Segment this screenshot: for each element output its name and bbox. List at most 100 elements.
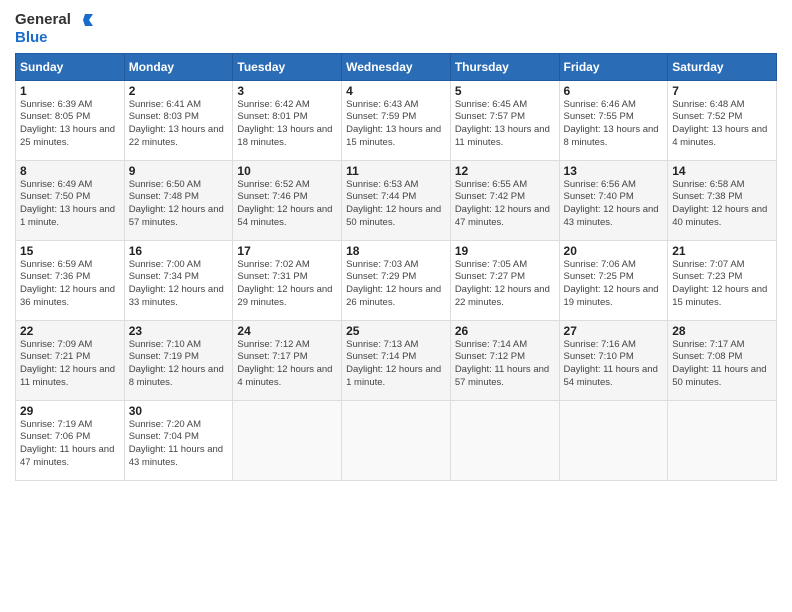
day-info: Sunrise: 6:55 AMSunset: 7:42 PMDaylight:… (455, 179, 555, 230)
day-cell: 16 Sunrise: 7:00 AMSunset: 7:34 PMDaylig… (124, 240, 233, 320)
day-number: 2 (129, 84, 229, 98)
day-number: 30 (129, 404, 229, 418)
day-number: 19 (455, 244, 555, 258)
day-info: Sunrise: 7:20 AMSunset: 7:04 PMDaylight:… (129, 419, 229, 470)
header: General Blue (15, 10, 777, 47)
day-cell: 15 Sunrise: 6:59 AMSunset: 7:36 PMDaylig… (16, 240, 125, 320)
day-number: 6 (564, 84, 664, 98)
day-cell: 26 Sunrise: 7:14 AMSunset: 7:12 PMDaylig… (450, 320, 559, 400)
day-cell: 17 Sunrise: 7:02 AMSunset: 7:31 PMDaylig… (233, 240, 342, 320)
day-cell: 23 Sunrise: 7:10 AMSunset: 7:19 PMDaylig… (124, 320, 233, 400)
day-cell: 29 Sunrise: 7:19 AMSunset: 7:06 PMDaylig… (16, 400, 125, 480)
day-info: Sunrise: 7:10 AMSunset: 7:19 PMDaylight:… (129, 339, 229, 390)
day-number: 10 (237, 164, 337, 178)
day-number: 12 (455, 164, 555, 178)
logo: General Blue (15, 10, 93, 47)
day-cell: 30 Sunrise: 7:20 AMSunset: 7:04 PMDaylig… (124, 400, 233, 480)
day-info: Sunrise: 6:48 AMSunset: 7:52 PMDaylight:… (672, 99, 772, 150)
day-cell: 18 Sunrise: 7:03 AMSunset: 7:29 PMDaylig… (342, 240, 451, 320)
day-number: 18 (346, 244, 446, 258)
day-number: 23 (129, 324, 229, 338)
day-cell: 19 Sunrise: 7:05 AMSunset: 7:27 PMDaylig… (450, 240, 559, 320)
day-cell: 7 Sunrise: 6:48 AMSunset: 7:52 PMDayligh… (668, 80, 777, 160)
day-number: 20 (564, 244, 664, 258)
day-number: 13 (564, 164, 664, 178)
day-cell: 5 Sunrise: 6:45 AMSunset: 7:57 PMDayligh… (450, 80, 559, 160)
day-number: 4 (346, 84, 446, 98)
day-info: Sunrise: 6:46 AMSunset: 7:55 PMDaylight:… (564, 99, 664, 150)
day-info: Sunrise: 6:42 AMSunset: 8:01 PMDaylight:… (237, 99, 337, 150)
day-number: 5 (455, 84, 555, 98)
day-number: 11 (346, 164, 446, 178)
day-cell: 11 Sunrise: 6:53 AMSunset: 7:44 PMDaylig… (342, 160, 451, 240)
day-number: 14 (672, 164, 772, 178)
day-cell (450, 400, 559, 480)
day-number: 27 (564, 324, 664, 338)
header-day-tuesday: Tuesday (233, 53, 342, 80)
day-cell: 10 Sunrise: 6:52 AMSunset: 7:46 PMDaylig… (233, 160, 342, 240)
day-info: Sunrise: 7:17 AMSunset: 7:08 PMDaylight:… (672, 339, 772, 390)
week-row-1: 1 Sunrise: 6:39 AMSunset: 8:05 PMDayligh… (16, 80, 777, 160)
week-row-4: 22 Sunrise: 7:09 AMSunset: 7:21 PMDaylig… (16, 320, 777, 400)
day-info: Sunrise: 7:03 AMSunset: 7:29 PMDaylight:… (346, 259, 446, 310)
day-number: 26 (455, 324, 555, 338)
day-cell: 24 Sunrise: 7:12 AMSunset: 7:17 PMDaylig… (233, 320, 342, 400)
logo-blue: Blue (15, 30, 93, 47)
header-day-monday: Monday (124, 53, 233, 80)
day-cell (559, 400, 668, 480)
day-info: Sunrise: 7:02 AMSunset: 7:31 PMDaylight:… (237, 259, 337, 310)
week-row-2: 8 Sunrise: 6:49 AMSunset: 7:50 PMDayligh… (16, 160, 777, 240)
day-info: Sunrise: 6:53 AMSunset: 7:44 PMDaylight:… (346, 179, 446, 230)
day-number: 25 (346, 324, 446, 338)
day-info: Sunrise: 6:45 AMSunset: 7:57 PMDaylight:… (455, 99, 555, 150)
day-info: Sunrise: 7:00 AMSunset: 7:34 PMDaylight:… (129, 259, 229, 310)
day-cell: 20 Sunrise: 7:06 AMSunset: 7:25 PMDaylig… (559, 240, 668, 320)
calendar-container: General Blue SundayMondayTuesdayWednesda… (0, 0, 792, 491)
day-info: Sunrise: 7:12 AMSunset: 7:17 PMDaylight:… (237, 339, 337, 390)
day-info: Sunrise: 6:59 AMSunset: 7:36 PMDaylight:… (20, 259, 120, 310)
day-info: Sunrise: 7:13 AMSunset: 7:14 PMDaylight:… (346, 339, 446, 390)
header-day-sunday: Sunday (16, 53, 125, 80)
day-info: Sunrise: 6:56 AMSunset: 7:40 PMDaylight:… (564, 179, 664, 230)
header-row: SundayMondayTuesdayWednesdayThursdayFrid… (16, 53, 777, 80)
week-row-5: 29 Sunrise: 7:19 AMSunset: 7:06 PMDaylig… (16, 400, 777, 480)
day-number: 28 (672, 324, 772, 338)
day-info: Sunrise: 7:19 AMSunset: 7:06 PMDaylight:… (20, 419, 120, 470)
day-cell: 25 Sunrise: 7:13 AMSunset: 7:14 PMDaylig… (342, 320, 451, 400)
day-number: 7 (672, 84, 772, 98)
day-number: 24 (237, 324, 337, 338)
day-cell: 12 Sunrise: 6:55 AMSunset: 7:42 PMDaylig… (450, 160, 559, 240)
day-number: 21 (672, 244, 772, 258)
day-cell: 8 Sunrise: 6:49 AMSunset: 7:50 PMDayligh… (16, 160, 125, 240)
day-info: Sunrise: 6:41 AMSunset: 8:03 PMDaylight:… (129, 99, 229, 150)
day-cell: 2 Sunrise: 6:41 AMSunset: 8:03 PMDayligh… (124, 80, 233, 160)
day-cell (668, 400, 777, 480)
day-info: Sunrise: 7:07 AMSunset: 7:23 PMDaylight:… (672, 259, 772, 310)
header-day-thursday: Thursday (450, 53, 559, 80)
header-day-saturday: Saturday (668, 53, 777, 80)
day-cell: 3 Sunrise: 6:42 AMSunset: 8:01 PMDayligh… (233, 80, 342, 160)
day-info: Sunrise: 7:14 AMSunset: 7:12 PMDaylight:… (455, 339, 555, 390)
day-cell: 6 Sunrise: 6:46 AMSunset: 7:55 PMDayligh… (559, 80, 668, 160)
day-cell: 28 Sunrise: 7:17 AMSunset: 7:08 PMDaylig… (668, 320, 777, 400)
day-info: Sunrise: 7:06 AMSunset: 7:25 PMDaylight:… (564, 259, 664, 310)
day-info: Sunrise: 6:49 AMSunset: 7:50 PMDaylight:… (20, 179, 120, 230)
day-cell: 21 Sunrise: 7:07 AMSunset: 7:23 PMDaylig… (668, 240, 777, 320)
week-row-3: 15 Sunrise: 6:59 AMSunset: 7:36 PMDaylig… (16, 240, 777, 320)
day-cell: 22 Sunrise: 7:09 AMSunset: 7:21 PMDaylig… (16, 320, 125, 400)
day-info: Sunrise: 6:50 AMSunset: 7:48 PMDaylight:… (129, 179, 229, 230)
day-info: Sunrise: 6:52 AMSunset: 7:46 PMDaylight:… (237, 179, 337, 230)
day-number: 15 (20, 244, 120, 258)
day-number: 29 (20, 404, 120, 418)
header-day-wednesday: Wednesday (342, 53, 451, 80)
day-cell: 27 Sunrise: 7:16 AMSunset: 7:10 PMDaylig… (559, 320, 668, 400)
day-number: 16 (129, 244, 229, 258)
logo-general: General (15, 12, 71, 29)
day-info: Sunrise: 6:58 AMSunset: 7:38 PMDaylight:… (672, 179, 772, 230)
day-number: 3 (237, 84, 337, 98)
day-cell: 13 Sunrise: 6:56 AMSunset: 7:40 PMDaylig… (559, 160, 668, 240)
day-cell: 14 Sunrise: 6:58 AMSunset: 7:38 PMDaylig… (668, 160, 777, 240)
day-info: Sunrise: 6:39 AMSunset: 8:05 PMDaylight:… (20, 99, 120, 150)
day-number: 8 (20, 164, 120, 178)
day-number: 9 (129, 164, 229, 178)
